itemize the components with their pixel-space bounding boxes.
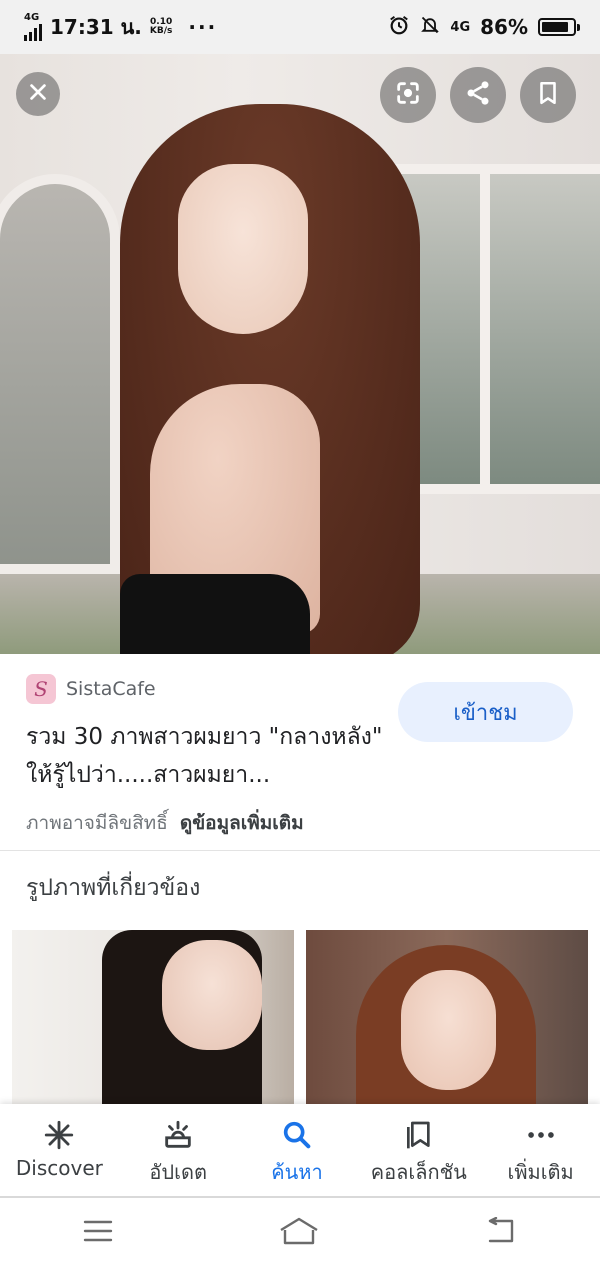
network-speed: 0.10 KB/s: [150, 18, 172, 36]
result-info: S SistaCafe รวม 30 ภาพสาวผมยาว "กลางหลัง…: [0, 654, 600, 850]
save-button[interactable]: [520, 67, 576, 123]
battery-icon: [538, 18, 580, 36]
bottom-navigation: Discover อัปเดต ค้นหา คอลเล็กชัน เพิ่มเต…: [0, 1104, 600, 1196]
alarm-icon: [388, 14, 410, 41]
overflow-indicator: ···: [188, 15, 218, 39]
related-image-thumbnail[interactable]: [306, 930, 588, 1110]
collections-icon: [403, 1118, 435, 1152]
nav-search[interactable]: ค้นหา: [252, 1118, 342, 1188]
source-logo: S: [26, 674, 56, 704]
nav-label: เพิ่มเติม: [507, 1160, 574, 1184]
visit-button[interactable]: เข้าชม: [398, 682, 573, 742]
nav-discover[interactable]: Discover: [14, 1118, 104, 1180]
source-logo-letter: S: [34, 677, 48, 701]
nav-label: Discover: [15, 1156, 103, 1180]
nav-updates[interactable]: อัปเดต: [133, 1118, 223, 1188]
more-icon: [524, 1118, 558, 1152]
share-button[interactable]: [450, 67, 506, 123]
related-image-thumbnail[interactable]: [12, 930, 294, 1110]
nav-more[interactable]: เพิ่มเติม: [496, 1118, 586, 1188]
close-icon: [27, 81, 49, 107]
speed-unit: KB/s: [149, 26, 173, 36]
network-type: 4G: [24, 12, 40, 23]
divider: [0, 850, 600, 851]
nav-label: ค้นหา: [271, 1160, 323, 1184]
status-bar: 4G 17:31 น. 0.10 KB/s ··· 4G 86%: [0, 0, 600, 54]
preview-image[interactable]: [0, 54, 600, 654]
network-type-right: 4G: [450, 19, 471, 35]
source[interactable]: S SistaCafe: [26, 674, 156, 704]
nav-collections[interactable]: คอลเล็กชัน: [371, 1118, 467, 1188]
related-images-heading: รูปภาพที่เกี่ยวข้อง: [26, 875, 201, 901]
bookmark-icon: [535, 79, 561, 111]
battery-percent: 86%: [480, 15, 528, 39]
nav-label: คอลเล็กชัน: [370, 1160, 467, 1184]
menu-icon[interactable]: [82, 1218, 114, 1248]
asterisk-icon: [42, 1118, 76, 1152]
google-lens-icon: [394, 79, 422, 111]
copyright-text: ภาพอาจมีลิขสิทธิ์: [26, 812, 168, 834]
home-icon[interactable]: [278, 1216, 320, 1250]
close-button[interactable]: [16, 72, 60, 116]
notifications-off-icon: [420, 14, 440, 41]
more-info-link[interactable]: ดูข้อมูลเพิ่มเติม: [180, 812, 304, 834]
source-name: SistaCafe: [66, 678, 156, 700]
share-icon: [464, 79, 492, 111]
copyright-notice: ภาพอาจมีลิขสิทธิ์ ดูข้อมูลเพิ่มเติม: [26, 808, 304, 838]
google-lens-button[interactable]: [380, 67, 436, 123]
search-icon: [280, 1118, 314, 1152]
nav-label: อัปเดต: [149, 1160, 207, 1184]
signal-icon: [24, 23, 42, 41]
result-title[interactable]: รวม 30 ภาพสาวผมยาว "กลางหลัง" ให้รู้ไปว่…: [26, 718, 386, 794]
system-navigation-bar: [0, 1198, 600, 1267]
back-icon[interactable]: [484, 1216, 518, 1249]
updates-icon: [160, 1118, 196, 1152]
clock: 17:31 น.: [50, 15, 142, 39]
